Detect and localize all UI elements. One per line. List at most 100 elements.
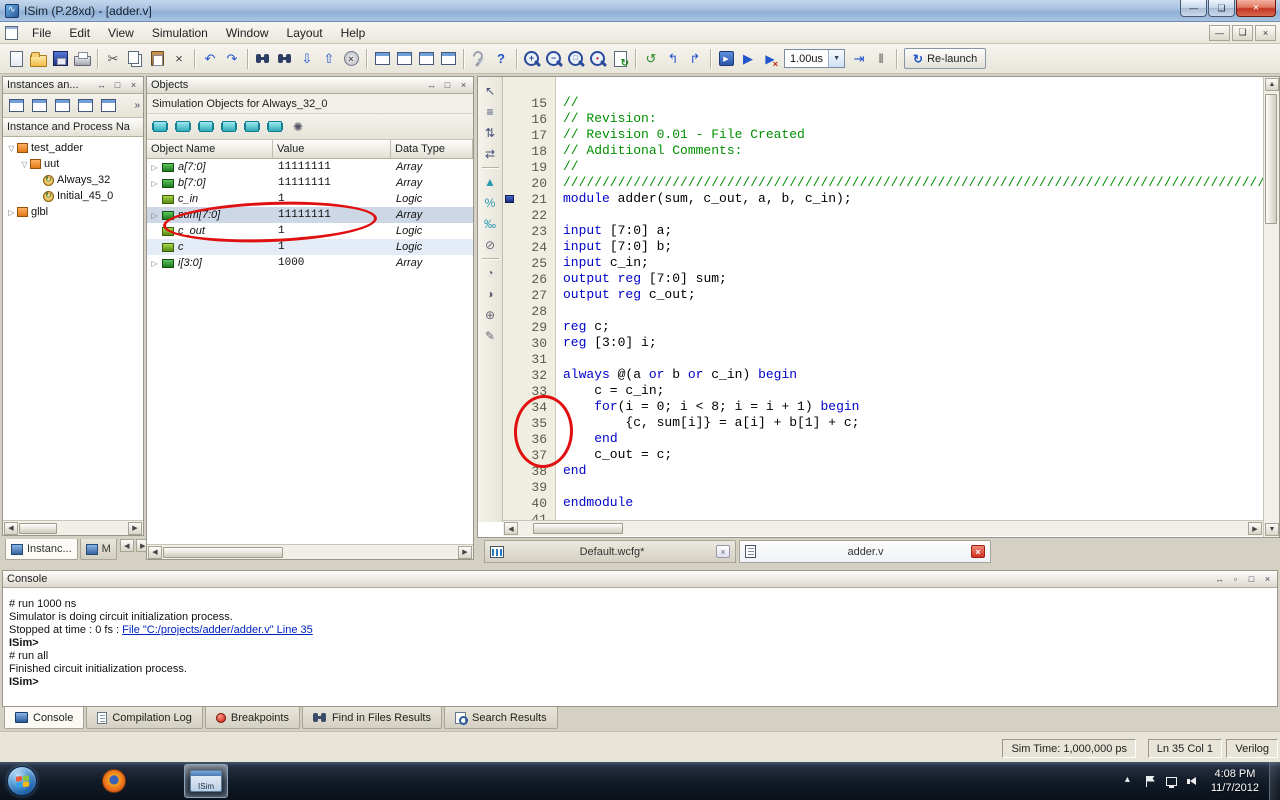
goto-down-icon[interactable]: ⇩ bbox=[297, 49, 317, 69]
taskbar-button-isim[interactable]: ISim bbox=[184, 764, 228, 798]
objects-panel-header[interactable]: Objects ↔ □ × bbox=[147, 77, 473, 94]
tree-item-test_adder[interactable]: ▽test_adder bbox=[3, 140, 143, 156]
line-number[interactable]: 28 bbox=[503, 303, 555, 319]
radix-binary-icon[interactable] bbox=[173, 117, 193, 137]
row-expander-icon[interactable]: ▷ bbox=[149, 163, 160, 172]
tile-vertical-icon[interactable] bbox=[416, 49, 436, 69]
column-header-value[interactable]: Value bbox=[273, 140, 391, 158]
line-number[interactable]: 39 bbox=[503, 479, 555, 495]
tree-item-glbl[interactable]: ▷glbl bbox=[3, 204, 143, 220]
panel-close-icon[interactable]: × bbox=[126, 78, 141, 91]
zoom-out-icon[interactable] bbox=[544, 49, 564, 69]
panel-dock-icon[interactable]: ↔ bbox=[94, 78, 109, 91]
code-line[interactable]: // Additional Comments: bbox=[557, 143, 1263, 159]
toolbar-overflow-icon[interactable]: » bbox=[134, 100, 141, 111]
show-desktop-button[interactable] bbox=[1269, 762, 1280, 800]
refresh-icon[interactable] bbox=[98, 96, 118, 116]
line-number[interactable]: 19 bbox=[503, 159, 555, 175]
console-output[interactable]: # run 1000 nsSimulator is doing circuit … bbox=[3, 588, 1277, 706]
delete-icon[interactable]: × bbox=[169, 49, 189, 69]
settings-wrench-icon[interactable] bbox=[469, 49, 489, 69]
line-number[interactable]: 22 bbox=[503, 207, 555, 223]
title-bar[interactable]: ISim (P.28xd) - [adder.v] — ❏ × bbox=[0, 0, 1280, 22]
zoom-in-icon[interactable] bbox=[522, 49, 542, 69]
code-line[interactable]: // Revision 0.01 - File Created bbox=[557, 127, 1263, 143]
code-line[interactable]: reg [3:0] i; bbox=[557, 335, 1263, 351]
line-number[interactable]: 18 bbox=[503, 143, 555, 159]
mdi-minimize-icon[interactable]: — bbox=[1209, 25, 1230, 41]
disable-icon[interactable]: ⊘ bbox=[481, 235, 500, 254]
context-help-icon[interactable]: ? bbox=[491, 49, 511, 69]
float-window-icon[interactable] bbox=[438, 49, 458, 69]
tab-scroll-left-icon[interactable]: ◀ bbox=[120, 539, 134, 552]
tab-compilation-log[interactable]: Compilation Log bbox=[86, 707, 203, 729]
code-line[interactable]: // bbox=[557, 159, 1263, 175]
menu-simulation[interactable]: Simulation bbox=[143, 23, 217, 43]
code-line[interactable] bbox=[557, 207, 1263, 223]
run-all-icon[interactable]: ▶ bbox=[738, 49, 758, 69]
swap-view-icon[interactable]: ⇄ bbox=[481, 144, 500, 163]
line-number[interactable]: 40 bbox=[503, 495, 555, 511]
radix-hex-icon[interactable] bbox=[196, 117, 216, 137]
editor-vscrollbar[interactable]: ▲ ▼ bbox=[1263, 77, 1279, 537]
dock-tab-m[interactable]: M bbox=[80, 539, 117, 560]
code-line[interactable]: reg c; bbox=[557, 319, 1263, 335]
code-line[interactable]: c = c_in; bbox=[557, 383, 1263, 399]
zoom-cursor-icon[interactable]: ◔ bbox=[481, 263, 500, 282]
collapse-all-icon[interactable] bbox=[52, 96, 72, 116]
print-icon[interactable] bbox=[72, 49, 92, 69]
object-row-i30[interactable]: ▷i[3:0]1000Array bbox=[147, 255, 473, 271]
code-line[interactable]: output reg [7:0] sum; bbox=[557, 271, 1263, 287]
scroll-left-icon[interactable]: ◀ bbox=[504, 522, 518, 535]
marker-icon[interactable]: ▲ bbox=[481, 172, 500, 191]
taskbar-button-xilinx-ise[interactable] bbox=[138, 764, 182, 798]
scroll-thumb[interactable] bbox=[533, 523, 623, 534]
tab-console[interactable]: Console bbox=[4, 707, 84, 729]
tree-expander-icon[interactable]: ▽ bbox=[6, 144, 17, 153]
code-line[interactable]: for(i = 0; i < 8; i = i + 1) begin bbox=[557, 399, 1263, 415]
tab-breakpoints[interactable]: Breakpoints bbox=[205, 707, 300, 729]
restore-button[interactable]: ❏ bbox=[1208, 0, 1235, 17]
code-line[interactable]: // Revision: bbox=[557, 111, 1263, 127]
taskbar-button-explorer[interactable] bbox=[46, 764, 90, 798]
radix-ascii-icon[interactable] bbox=[265, 117, 285, 137]
editor-code-pane[interactable]: // // Revision:// Revision 0.01 - File Cr… bbox=[557, 77, 1263, 522]
instances-column-header[interactable]: Instance and Process Na bbox=[3, 118, 143, 137]
new-file-icon[interactable] bbox=[6, 49, 26, 69]
scroll-left-icon[interactable]: ◀ bbox=[4, 522, 18, 535]
menu-layout[interactable]: Layout bbox=[278, 23, 332, 43]
signal-b-icon[interactable]: ‰ bbox=[481, 214, 500, 233]
sim-time-dropdown-icon[interactable]: ▼ bbox=[828, 50, 844, 67]
console-file-link[interactable]: File "C:/projects/adder/adder.v" Line 35 bbox=[122, 624, 313, 636]
panel-close-icon[interactable]: × bbox=[1260, 572, 1275, 585]
break-icon[interactable]: ‖ bbox=[871, 49, 891, 69]
line-list-icon[interactable]: ≡ bbox=[481, 102, 500, 121]
crosshair-icon[interactable]: ⊕ bbox=[481, 305, 500, 324]
code-line[interactable]: c_out = c; bbox=[557, 447, 1263, 463]
new-window-icon[interactable] bbox=[372, 49, 392, 69]
mdi-restore-icon[interactable]: ❏ bbox=[1232, 25, 1253, 41]
code-line[interactable] bbox=[557, 479, 1263, 495]
code-line[interactable] bbox=[557, 303, 1263, 319]
expand-all-icon[interactable] bbox=[75, 96, 95, 116]
step-return-icon[interactable]: ↰ bbox=[663, 49, 683, 69]
editor-hscrollbar[interactable]: ◀ ▶ bbox=[503, 520, 1263, 536]
tile-horizontal-icon[interactable] bbox=[394, 49, 414, 69]
tab-close-icon[interactable]: × bbox=[716, 545, 730, 558]
stop-icon[interactable] bbox=[341, 49, 361, 69]
line-number[interactable]: 16 bbox=[503, 111, 555, 127]
code-line[interactable]: always @(a or b or c_in) begin bbox=[557, 367, 1263, 383]
object-row-a70[interactable]: ▷a[7:0]11111111Array bbox=[147, 159, 473, 175]
line-number[interactable]: 27 bbox=[503, 287, 555, 303]
scroll-left-icon[interactable]: ◀ bbox=[148, 546, 162, 559]
start-button[interactable] bbox=[7, 766, 37, 796]
line-number[interactable]: 25 bbox=[503, 255, 555, 271]
dock-editor-icon[interactable]: ↖ bbox=[481, 81, 500, 100]
undo-icon[interactable]: ↶ bbox=[200, 49, 220, 69]
goto-up-icon[interactable]: ⇧ bbox=[319, 49, 339, 69]
find-icon[interactable] bbox=[253, 49, 273, 69]
panel-dock-icon[interactable]: ↔ bbox=[424, 78, 439, 91]
reload-doc-icon[interactable] bbox=[610, 49, 630, 69]
tab-default-wcfg-[interactable]: Default.wcfg*× bbox=[484, 540, 736, 563]
tray-network-icon[interactable] bbox=[1165, 775, 1178, 788]
